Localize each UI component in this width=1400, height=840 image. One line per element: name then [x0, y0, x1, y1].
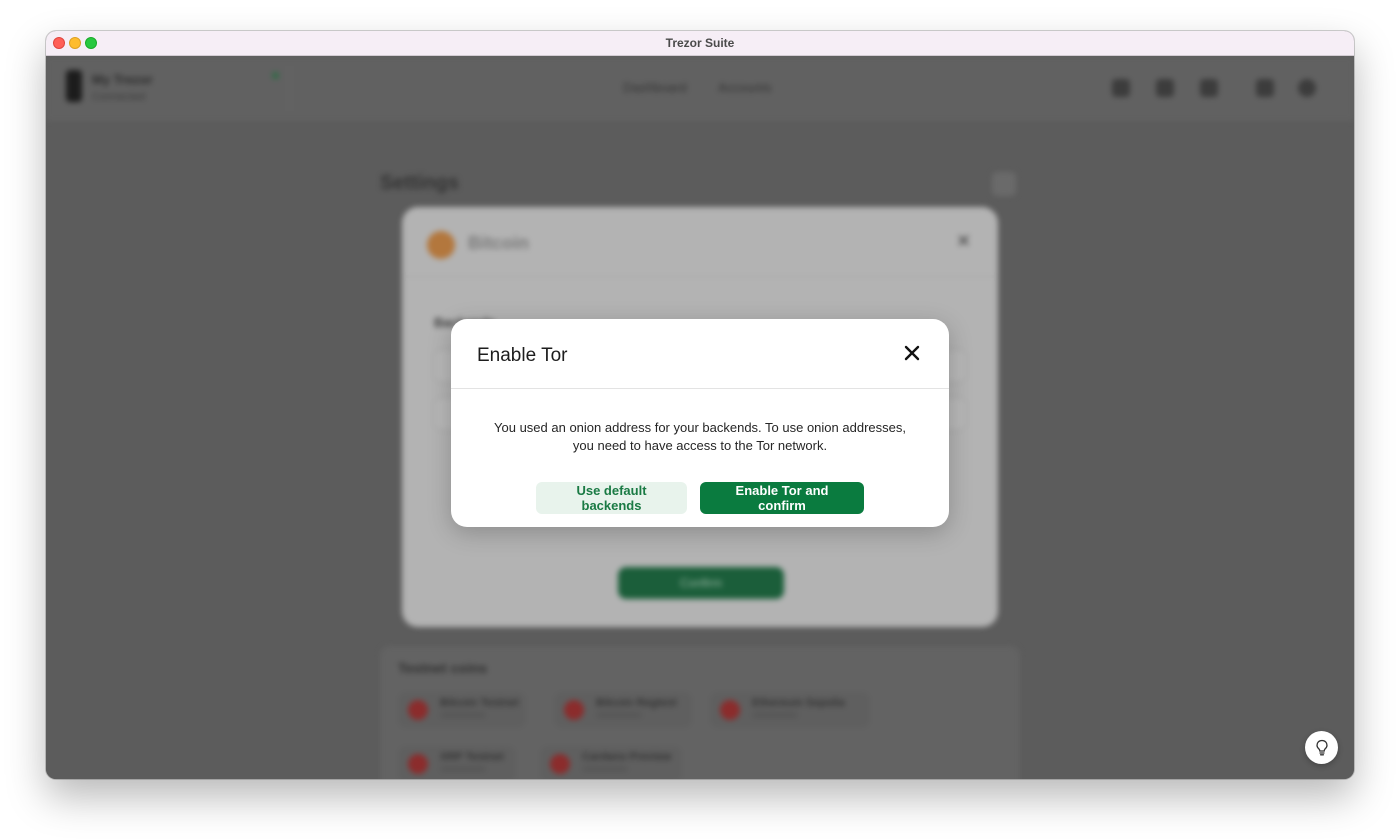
app-content: My Trezor Connected Dashboard Accounts S…: [46, 56, 1354, 779]
dialog-title: Enable Tor: [477, 345, 568, 366]
dialog-header: Enable Tor: [451, 319, 949, 389]
nav-accounts: Accounts: [718, 80, 772, 95]
coin-sublabel: [440, 766, 486, 772]
coin-modal-title: Bitcoin: [468, 233, 529, 253]
top-bar: My Trezor Connected Dashboard Accounts: [46, 56, 1354, 121]
coin-icon: [408, 700, 428, 720]
title-bar: Trezor Suite: [46, 31, 1354, 56]
testnet-coins-panel: Testnet coins Bitcoin Testnet Bitcoin Re…: [380, 646, 1020, 779]
notifications-icon: [1256, 79, 1274, 97]
app-window: Trezor Suite My Trezor Connected Dashboa…: [46, 31, 1354, 779]
dialog-message: You used an onion address for your backe…: [471, 419, 929, 455]
dialog-message-line: you need to have access to the Tor netwo…: [572, 438, 828, 453]
coin-sublabel: [752, 712, 798, 718]
coin-label: XRP Testnet: [440, 751, 504, 763]
coin-sublabel: [596, 712, 642, 718]
nav-dashboard: Dashboard: [623, 80, 687, 95]
device-icon: [66, 70, 82, 102]
coin-icon: [720, 700, 740, 720]
coin-item: Bitcoin Regtest: [554, 692, 692, 728]
testnet-coins-title: Testnet coins: [398, 660, 488, 676]
coin-icon: [564, 700, 584, 720]
coin-label: Ethereum Sepolia: [752, 697, 845, 709]
coin-sublabel: [582, 766, 628, 772]
coin-label: Cardano Preview: [582, 751, 672, 763]
coin-item: Bitcoin Testnet: [398, 692, 526, 728]
enable-tor-dialog: Enable Tor You used an onion address for…: [451, 319, 949, 527]
coin-sublabel: [440, 712, 486, 718]
coin-icon: [550, 754, 570, 774]
device-name: My Trezor: [92, 72, 153, 87]
settings-gear-icon: [1298, 79, 1316, 97]
coin-label: Bitcoin Regtest: [596, 697, 677, 709]
bitcoin-icon: [427, 231, 455, 259]
device-switcher: My Trezor Connected: [60, 66, 290, 111]
dialog-message-line: You used an onion address for your backe…: [494, 420, 906, 435]
coin-icon: [408, 754, 428, 774]
device-status-dot: [272, 72, 279, 79]
close-icon: ✕: [956, 231, 972, 251]
coin-item: Cardano Preview: [540, 746, 682, 779]
coin-item: Ethereum Sepolia: [710, 692, 870, 728]
page-title: Settings: [380, 172, 459, 194]
use-default-backends-button[interactable]: Use default backends: [536, 482, 687, 514]
window-title: Trezor Suite: [665, 36, 735, 50]
enable-tor-confirm-button[interactable]: Enable Tor and confirm: [700, 482, 864, 514]
tor-icon: [1200, 79, 1218, 97]
hint-button[interactable]: [1305, 731, 1338, 764]
lightbulb-icon: [1316, 739, 1328, 756]
coin-label: Bitcoin Testnet: [440, 697, 519, 709]
settings-close-button: [992, 172, 1016, 196]
dialog-close-button[interactable]: [899, 340, 925, 366]
coin-modal-header: Bitcoin ✕: [402, 207, 998, 277]
device-status: Connected: [92, 91, 146, 103]
close-icon: [904, 345, 920, 361]
coin-item: XRP Testnet: [398, 746, 516, 779]
discreet-icon: [1156, 79, 1174, 97]
eye-icon: [1112, 79, 1130, 97]
coin-confirm-button: Confirm: [618, 567, 784, 599]
